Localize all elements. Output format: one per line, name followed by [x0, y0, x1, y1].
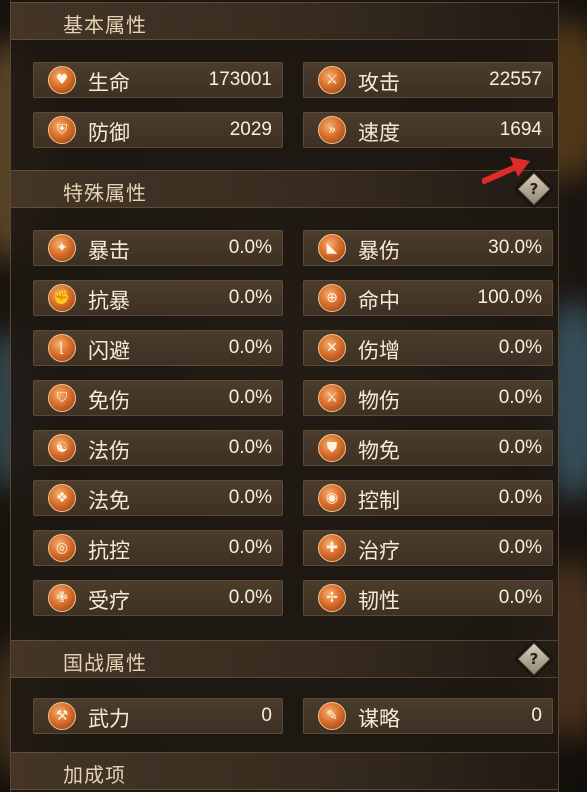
section-header-bonus: 加成项	[11, 752, 558, 790]
stat-row-tenacity: ✢ 韧性 0.0%	[303, 580, 553, 616]
stat-label: 韧性	[358, 589, 400, 613]
stat-label: 攻击	[358, 71, 400, 95]
stat-label: 谋略	[358, 707, 400, 731]
stat-value: 0.0%	[228, 437, 272, 458]
stat-label: 命中	[358, 289, 400, 313]
stat-value: 22557	[489, 69, 542, 90]
stat-value: 0.0%	[498, 537, 542, 558]
stat-value: 173001	[208, 69, 272, 90]
stat-row-magic-damage: ☯ 法伤 0.0%	[33, 430, 283, 466]
stat-row-crit-damage: ◣ 暴伤 30.0%	[303, 230, 553, 266]
stat-value: 0.0%	[228, 487, 272, 508]
stat-value: 0.0%	[498, 487, 542, 508]
stat-value: 1694	[499, 119, 542, 140]
section-title-national: 国战属性	[63, 651, 147, 675]
yin-yang-icon: ☯	[48, 434, 76, 462]
stat-row-crit-resist: ✊ 抗暴 0.0%	[33, 280, 283, 316]
stat-label: 伤增	[358, 339, 400, 363]
stat-value: 0.0%	[228, 537, 272, 558]
stat-label: 防御	[88, 121, 130, 145]
stat-value: 0.0%	[228, 237, 272, 258]
section-title-bonus: 加成项	[63, 763, 126, 787]
stat-row-hp: ♥ 生命 173001	[33, 62, 283, 98]
crosshair-icon: ⊕	[318, 284, 346, 312]
stat-label: 暴击	[88, 239, 130, 263]
stat-row-dodge: ⌊ 闪避 0.0%	[33, 330, 283, 366]
damage-reduction-icon: ⛉	[48, 384, 76, 412]
stat-value: 0.0%	[228, 287, 272, 308]
attribute-panel: 基本属性 ♥ 生命 173001 ⚔ 攻击 22557 ⛨ 防御 2029 » …	[10, 0, 559, 792]
force-icon: ⚒	[48, 702, 76, 730]
section-title-special: 特殊属性	[63, 181, 147, 205]
stat-value: 0	[531, 705, 542, 726]
stat-value: 0.0%	[498, 337, 542, 358]
physical-resist-icon: ⛊	[318, 434, 346, 462]
stat-label: 生命	[88, 71, 130, 95]
section-header-national: 国战属性	[11, 640, 558, 678]
stat-row-speed: » 速度 1694	[303, 112, 553, 148]
stat-value: 0.0%	[228, 337, 272, 358]
stat-label: 物伤	[358, 389, 400, 413]
stat-row-healing: ✚ 治疗 0.0%	[303, 530, 553, 566]
question-mark-icon: ?	[529, 650, 539, 668]
stat-row-physical-resist: ⛊ 物免 0.0%	[303, 430, 553, 466]
stat-value: 0	[261, 705, 272, 726]
stat-value: 0.0%	[498, 437, 542, 458]
boot-icon: ⌊	[48, 334, 76, 362]
stat-label: 法免	[88, 489, 130, 513]
stat-label: 速度	[358, 121, 400, 145]
stat-row-damage-reduction: ⛉ 免伤 0.0%	[33, 380, 283, 416]
stat-row-strategy: ✎ 谋略 0	[303, 698, 553, 734]
stat-label: 免伤	[88, 389, 130, 413]
stat-label: 抗控	[88, 539, 130, 563]
flexed-arm-icon: ✊	[48, 284, 76, 312]
heart-icon: ♥	[48, 66, 76, 94]
section-header-special: 特殊属性	[11, 170, 558, 208]
stat-value: 0.0%	[498, 587, 542, 608]
stat-label: 物免	[358, 439, 400, 463]
stat-row-damage-boost: ✕ 伤增 0.0%	[303, 330, 553, 366]
stat-value: 2029	[229, 119, 272, 140]
stat-value: 30.0%	[488, 237, 542, 258]
target-icon: ◎	[48, 534, 76, 562]
stat-value: 0.0%	[228, 387, 272, 408]
stat-row-control: ◉ 控制 0.0%	[303, 480, 553, 516]
stat-row-magic-resist: ❖ 法免 0.0%	[33, 480, 283, 516]
section-header-basic: 基本属性	[11, 2, 558, 40]
control-icon: ◉	[318, 484, 346, 512]
stat-row-attack: ⚔ 攻击 22557	[303, 62, 553, 98]
critical-damage-icon: ◣	[318, 234, 346, 262]
stat-value: 0.0%	[498, 387, 542, 408]
healing-icon: ✚	[318, 534, 346, 562]
stat-label: 暴伤	[358, 239, 400, 263]
stat-row-physical-damage: ⚔ 物伤 0.0%	[303, 380, 553, 416]
stat-row-control-resist: ◎ 抗控 0.0%	[33, 530, 283, 566]
damage-boost-icon: ✕	[318, 334, 346, 362]
physical-damage-icon: ⚔	[318, 384, 346, 412]
shield-icon: ⛨	[48, 116, 76, 144]
stat-label: 控制	[358, 489, 400, 513]
stat-label: 治疗	[358, 539, 400, 563]
magic-resist-icon: ❖	[48, 484, 76, 512]
crossed-swords-icon: ⚔	[318, 66, 346, 94]
scroll-icon: ✎	[318, 702, 346, 730]
stat-row-crit: ✦ 暴击 0.0%	[33, 230, 283, 266]
stat-label: 受疗	[88, 589, 130, 613]
stat-label: 闪避	[88, 339, 130, 363]
critical-strike-icon: ✦	[48, 234, 76, 262]
speed-icon: »	[318, 116, 346, 144]
tenacity-icon: ✢	[318, 584, 346, 612]
stat-label: 法伤	[88, 439, 130, 463]
stat-value: 0.0%	[228, 587, 272, 608]
received-healing-icon: ✙	[48, 584, 76, 612]
stat-row-received-healing: ✙ 受疗 0.0%	[33, 580, 283, 616]
stat-row-defense: ⛨ 防御 2029	[33, 112, 283, 148]
stat-row-force: ⚒ 武力 0	[33, 698, 283, 734]
stat-value: 100.0%	[477, 287, 542, 308]
section-title-basic: 基本属性	[63, 13, 147, 37]
stat-label: 武力	[88, 707, 130, 731]
stat-row-accuracy: ⊕ 命中 100.0%	[303, 280, 553, 316]
stat-label: 抗暴	[88, 289, 130, 313]
red-arrow-annotation	[482, 157, 530, 184]
